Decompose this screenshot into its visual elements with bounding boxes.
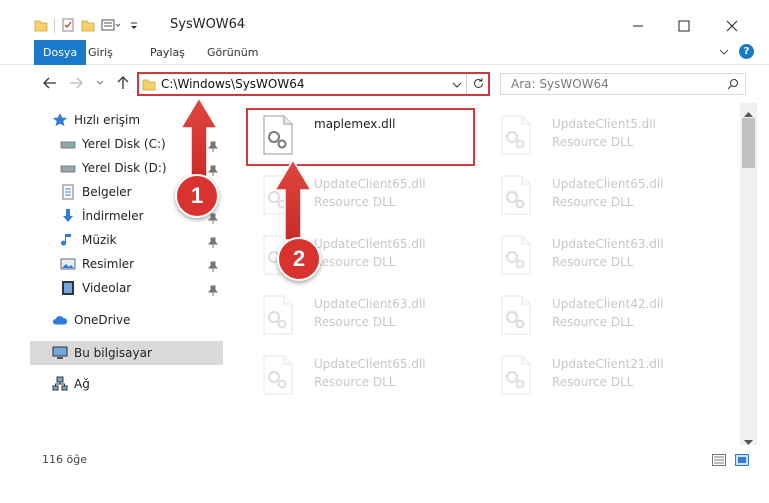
- callout-step-2: 2: [277, 237, 321, 281]
- arrow-2: [273, 158, 313, 241]
- arrow-1: [179, 96, 219, 179]
- callout-step-1: 1: [175, 174, 219, 218]
- annotation-arrows: [179, 96, 313, 241]
